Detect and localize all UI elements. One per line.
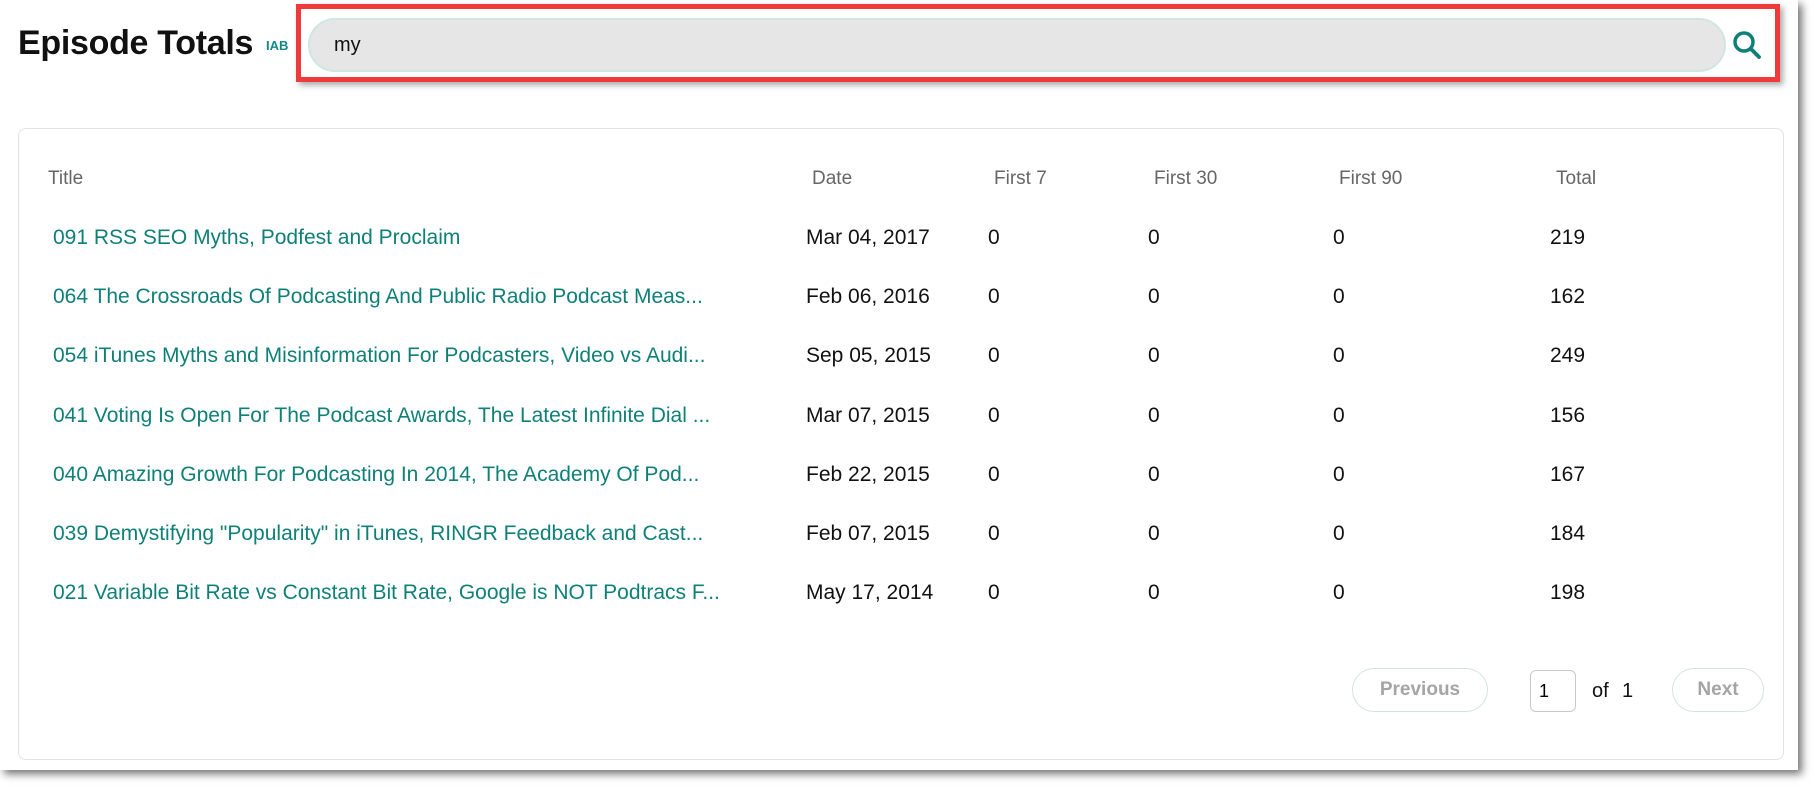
first-90-value: 0 [1333, 403, 1345, 427]
total-pages: 1 [1622, 680, 1634, 702]
first-30-value: 0 [1148, 462, 1160, 486]
first-7-value: 0 [988, 462, 1000, 486]
episode-date: Sep 05, 2015 [806, 344, 931, 368]
column-header-total: Total [1556, 168, 1597, 189]
first-7-value: 0 [988, 581, 1000, 605]
first-30-value: 0 [1148, 285, 1160, 309]
first-30-value: 0 [1148, 581, 1160, 605]
first-90-value: 0 [1333, 522, 1345, 545]
first-30-value: 0 [1148, 344, 1160, 368]
episode-title-link[interactable]: 091 RSS SEO Myths, Podfest and Proclaim [53, 226, 801, 250]
page-title: Episode Totals [18, 24, 254, 62]
first-7-value: 0 [988, 403, 1000, 427]
page-number-input[interactable] [1530, 670, 1576, 712]
first-7-value: 0 [988, 522, 1000, 545]
column-header-title: Title [48, 168, 84, 189]
search-input[interactable] [308, 18, 1726, 72]
episode-title-link[interactable]: 041 Voting Is Open For The Podcast Award… [53, 404, 801, 428]
episode-date: Feb 22, 2015 [806, 462, 930, 486]
search-icon [1733, 31, 1761, 59]
first-90-value: 0 [1333, 226, 1345, 249]
episode-date: Mar 07, 2015 [806, 403, 930, 427]
iab-badge: IAB [266, 38, 289, 53]
first-7-value: 0 [988, 285, 1000, 309]
first-30-value: 0 [1148, 226, 1160, 249]
total-value: 156 [1550, 403, 1586, 427]
total-value: 162 [1550, 285, 1586, 309]
first-7-value: 0 [988, 226, 1000, 249]
episode-title-link[interactable]: 054 iTunes Myths and Misinformation For … [53, 344, 801, 368]
column-header-date: Date [812, 168, 853, 189]
total-value: 198 [1550, 581, 1586, 605]
first-30-value: 0 [1148, 522, 1160, 545]
episode-date: Feb 06, 2016 [806, 285, 930, 309]
first-90-value: 0 [1333, 285, 1345, 309]
first-30-value: 0 [1148, 403, 1160, 427]
total-value: 219 [1550, 226, 1586, 249]
episode-date: Feb 07, 2015 [806, 522, 930, 545]
column-header-first-90: First 90 [1339, 168, 1403, 189]
column-header-first-30: First 30 [1154, 168, 1218, 189]
previous-button[interactable]: Previous [1352, 668, 1488, 712]
episode-title-link[interactable]: 064 The Crossroads Of Podcasting And Pub… [53, 285, 801, 309]
episode-date: May 17, 2014 [806, 581, 934, 605]
column-header-first-7: First 7 [994, 168, 1047, 189]
episode-title-link[interactable]: 039 Demystifying "Popularity" in iTunes,… [53, 522, 801, 546]
first-90-value: 0 [1333, 344, 1345, 368]
search-button[interactable] [1730, 28, 1764, 62]
episode-title-link[interactable]: 040 Amazing Growth For Podcasting In 201… [53, 463, 801, 487]
first-90-value: 0 [1333, 581, 1345, 605]
first-7-value: 0 [988, 344, 1000, 368]
episode-table-card [18, 128, 1784, 760]
total-value: 249 [1550, 344, 1586, 368]
total-value: 184 [1550, 522, 1586, 545]
total-value: 167 [1550, 462, 1586, 486]
episode-title-link[interactable]: 021 Variable Bit Rate vs Constant Bit Ra… [53, 581, 801, 605]
pager-of-label: of [1592, 680, 1609, 702]
first-90-value: 0 [1333, 462, 1345, 486]
episode-date: Mar 04, 2017 [806, 226, 930, 249]
next-button[interactable]: Next [1672, 668, 1764, 712]
